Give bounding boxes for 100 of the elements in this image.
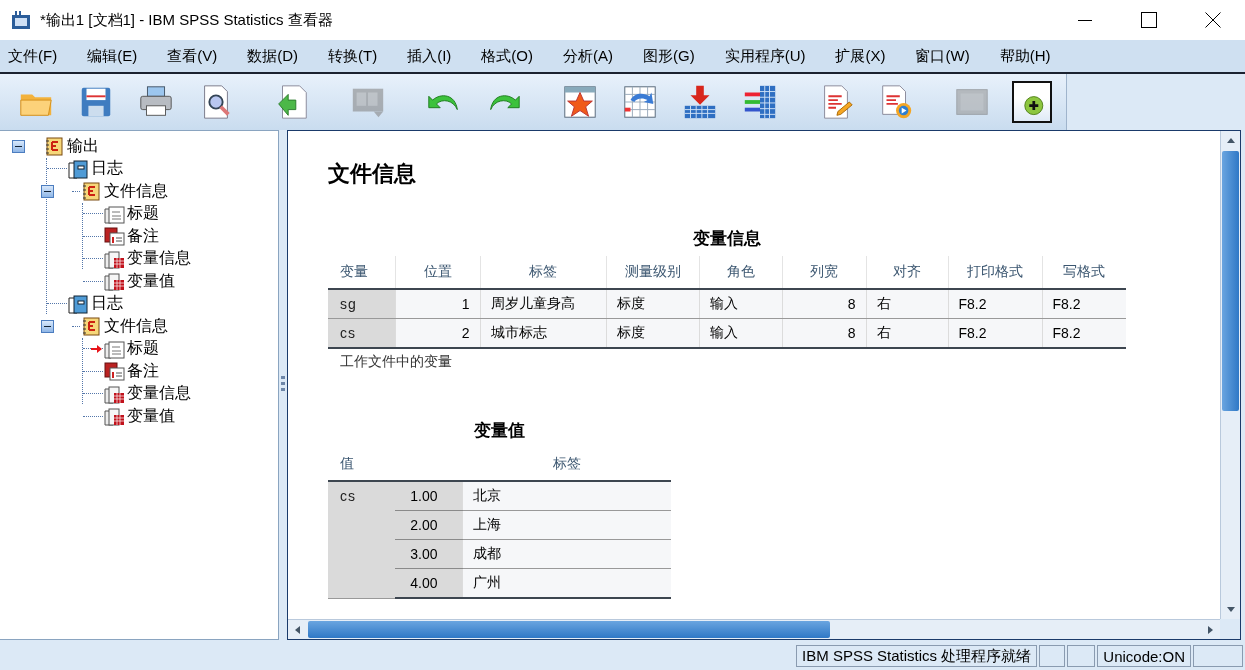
notes-page-icon: [103, 226, 125, 247]
table-cell: F8.2: [1042, 318, 1126, 348]
log-book-icon: [67, 158, 89, 179]
column-header: 标签: [462, 448, 671, 481]
outline-item[interactable]: 备注: [127, 225, 159, 247]
status-panel: [1067, 645, 1096, 667]
column-header: 位置: [395, 256, 480, 289]
toolbar-button[interactable]: [1012, 81, 1052, 123]
outline-item[interactable]: 日志: [91, 158, 123, 180]
row-header: 2.00: [395, 510, 462, 540]
menu-item[interactable]: 数据(D): [241, 46, 304, 66]
expander[interactable]: [12, 139, 25, 153]
expander[interactable]: [41, 184, 54, 198]
scroll-right-icon[interactable]: [1205, 625, 1215, 635]
outline-item[interactable]: 变量值: [127, 270, 175, 292]
table-cell: 周岁儿童身高: [480, 289, 606, 319]
section-heading: 文件信息: [328, 159, 417, 188]
app-icon: [10, 9, 32, 31]
table-cell: F8.2: [1042, 289, 1126, 319]
table-cell: 北京: [462, 481, 671, 511]
menu-item[interactable]: 转换(T): [322, 46, 384, 66]
table-cell: 成都: [462, 539, 671, 569]
menu-item[interactable]: 文件(F): [2, 46, 64, 66]
row-header: 3.00: [395, 539, 462, 569]
table-page-icon: [103, 271, 125, 292]
column-header: 测量级别: [606, 256, 699, 289]
table-cell: 广州: [462, 568, 671, 598]
table-cell: 输入: [699, 318, 782, 348]
splitter-grip[interactable]: [281, 376, 285, 394]
output-book-icon: [43, 136, 65, 157]
table-cell: 上海: [462, 510, 671, 540]
title-page-icon: [103, 203, 125, 224]
row-header: sg: [328, 289, 395, 319]
table-page-icon: [103, 383, 125, 404]
table-cell: 2: [395, 318, 480, 348]
column-header: 写格式: [1042, 256, 1126, 289]
vertical-scrollbar[interactable]: [1220, 131, 1240, 619]
outline-item[interactable]: 日志: [91, 293, 123, 315]
status-panel: [1039, 645, 1066, 667]
menu-item[interactable]: 窗口(W): [909, 46, 976, 66]
table-cell: F8.2: [948, 318, 1042, 348]
outline-item[interactable]: 文件信息: [104, 315, 168, 337]
table-caption: 工作文件中的变量: [339, 352, 453, 371]
menu-item[interactable]: 编辑(E): [81, 46, 144, 66]
column-header: 变量: [328, 256, 395, 289]
menu-item[interactable]: 扩展(X): [829, 46, 892, 66]
scroll-thumb[interactable]: [1222, 151, 1239, 411]
row-header: 1.00: [395, 481, 462, 511]
scroll-down-icon[interactable]: [1226, 604, 1236, 614]
log-book-icon: [67, 293, 89, 314]
table-cell: F8.2: [948, 289, 1042, 319]
horizontal-scrollbar[interactable]: [288, 619, 1220, 639]
table-title: 变量信息: [692, 227, 762, 250]
outline-item[interactable]: 输出: [67, 135, 99, 157]
outline-item[interactable]: 文件信息: [104, 180, 168, 202]
menu-item[interactable]: 实用程序(U): [718, 46, 812, 66]
menu-item[interactable]: 插入(I): [401, 46, 458, 66]
table-page-icon: [103, 406, 125, 427]
table-cell: 8: [782, 318, 866, 348]
table-cell: 标度: [606, 289, 699, 319]
table-page-icon: [103, 248, 125, 269]
column-header: 列宽: [782, 256, 866, 289]
table-cell: 右: [866, 289, 948, 319]
column-header: 打印格式: [948, 256, 1042, 289]
scroll-left-icon[interactable]: [293, 625, 303, 635]
table-cell: 1: [395, 289, 480, 319]
menu-item[interactable]: 分析(A): [557, 46, 619, 66]
table-cell: 标度: [606, 318, 699, 348]
outline-item[interactable]: 标题: [127, 338, 159, 360]
table-cell: 城市标志: [480, 318, 606, 348]
row-header: cs: [328, 481, 395, 598]
column-header: 值: [328, 448, 395, 481]
outline-item[interactable]: 变量信息: [127, 383, 191, 405]
scroll-up-icon[interactable]: [1226, 136, 1236, 146]
outline-item[interactable]: 备注: [127, 360, 159, 382]
outline-item[interactable]: 变量值: [127, 405, 175, 427]
row-header: cs: [328, 318, 395, 348]
output-book-icon: [80, 316, 102, 337]
notes-page-icon: [103, 361, 125, 382]
table-cell: 输入: [699, 289, 782, 319]
column-header: 角色: [699, 256, 782, 289]
scroll-thumb[interactable]: [308, 621, 830, 638]
table-cell: 右: [866, 318, 948, 348]
outline-item[interactable]: 标题: [127, 203, 159, 225]
status-text: Unicode:ON: [1097, 645, 1191, 667]
menu-item[interactable]: 图形(G): [637, 46, 701, 66]
status-text: IBM SPSS Statistics 处理程序就绪: [796, 645, 1038, 667]
column-header: 对齐: [866, 256, 948, 289]
close-icon: [1205, 12, 1221, 28]
menu-item[interactable]: 查看(V): [161, 46, 224, 66]
title-page-icon: [103, 338, 125, 359]
output-book-icon: [80, 181, 102, 202]
outline-item[interactable]: 变量信息: [127, 248, 191, 270]
status-panel: [1193, 645, 1243, 667]
expander[interactable]: [41, 319, 54, 333]
menu-item[interactable]: 帮助(H): [993, 46, 1057, 66]
table-cell: 8: [782, 289, 866, 319]
minimize-icon: [1078, 19, 1092, 21]
row-header: 4.00: [395, 568, 462, 598]
menu-item[interactable]: 格式(O): [475, 46, 539, 66]
